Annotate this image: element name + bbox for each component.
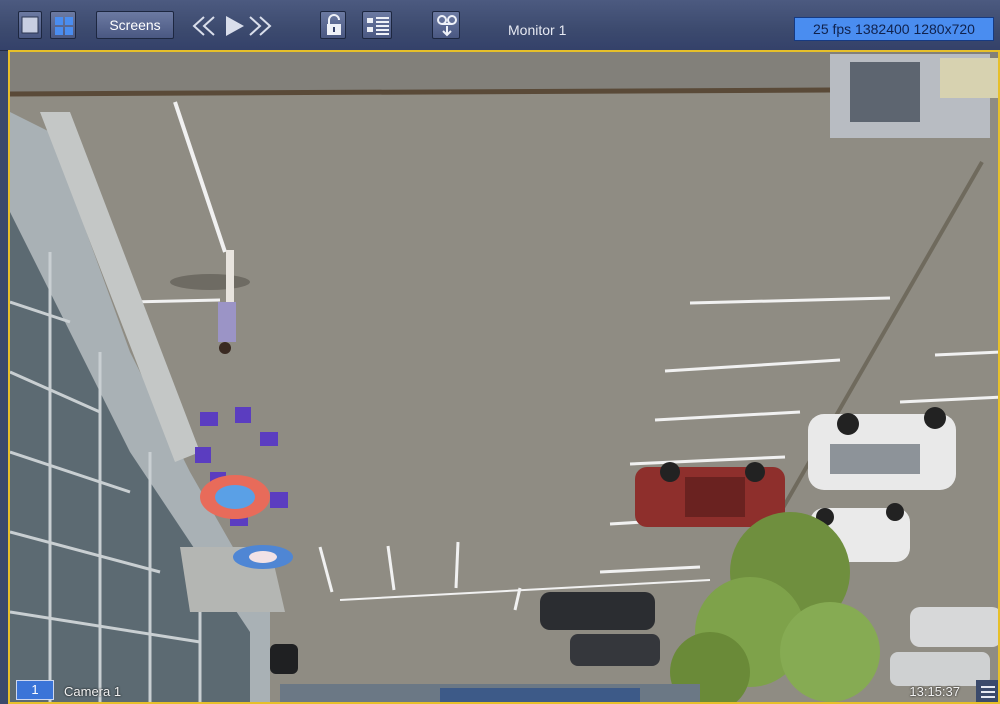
screens-button[interactable]: Screens xyxy=(96,11,174,39)
camera-viewport[interactable]: 1 Camera 1 13:15:37 xyxy=(8,50,1000,704)
toolbar: Screens Monitor 1 25 fps 1382400 1280x72… xyxy=(0,0,1000,51)
locked-list-icon[interactable] xyxy=(362,11,392,39)
single-view-icon[interactable] xyxy=(18,11,42,39)
stream-info-badge: 25 fps 1382400 1280x720 xyxy=(794,17,994,41)
camera-name-label: Camera 1 xyxy=(64,684,122,699)
timestamp-label: 13:15:37 xyxy=(909,684,960,699)
monitor-label: Monitor 1 xyxy=(508,22,567,38)
video-surveillance-window: Screens Monitor 1 25 fps 1382400 1280x72… xyxy=(0,0,1000,704)
grid-view-icon[interactable] xyxy=(50,11,76,39)
camera-video-frame xyxy=(10,52,998,702)
play-icon[interactable] xyxy=(222,13,246,39)
double-chevron-left-icon[interactable] xyxy=(190,13,218,39)
camera-number-badge[interactable]: 1 xyxy=(16,680,54,700)
double-chevron-right-icon[interactable] xyxy=(246,13,274,39)
hamburger-menu-icon[interactable] xyxy=(976,680,998,702)
unlock-icon[interactable] xyxy=(320,11,346,39)
archive-download-icon[interactable] xyxy=(432,11,460,39)
